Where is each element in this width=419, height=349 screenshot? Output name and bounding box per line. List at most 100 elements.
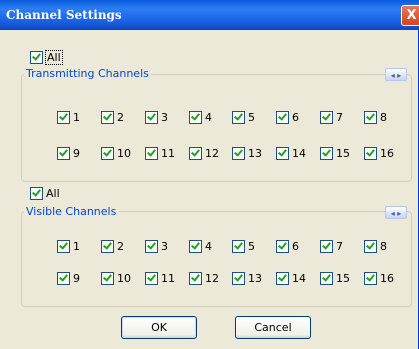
channel-label: 7 [336,111,343,124]
checkbox-checked-icon [232,272,245,285]
checkbox-checked-icon [57,147,70,160]
channel-label: 8 [380,111,387,124]
visible-channel-checkbox[interactable]: 13 [232,272,262,285]
dialog-title: Channel Settings [6,8,122,22]
channel-label: 9 [73,272,80,285]
transmitting-channel-checkbox[interactable]: 11 [145,147,175,160]
checkbox-checked-icon [189,111,202,124]
checkbox-checked-icon [232,240,245,253]
visible-all-label: All [46,187,60,200]
transmitting-channel-checkbox[interactable]: 16 [364,147,394,160]
channel-label: 8 [380,240,387,253]
checkbox-checked-icon [276,111,289,124]
channel-label: 10 [117,272,131,285]
checkbox-checked-icon [57,111,70,124]
transmitting-channel-checkbox[interactable]: 1 [57,111,80,124]
checkbox-checked-icon [364,111,377,124]
visible-channel-checkbox[interactable]: 10 [101,272,131,285]
checkbox-checked-icon [57,240,70,253]
visible-channel-checkbox[interactable]: 4 [189,240,212,253]
channel-label: 2 [117,240,124,253]
checkbox-checked-icon [364,272,377,285]
checkbox-checked-icon [276,240,289,253]
transmitting-channel-checkbox[interactable]: 7 [320,111,343,124]
visible-channel-checkbox[interactable]: 2 [101,240,124,253]
channel-label: 3 [161,111,168,124]
channel-label: 9 [73,147,80,160]
channel-label: 13 [248,272,262,285]
checkbox-checked-icon [145,272,158,285]
channel-label: 11 [161,272,175,285]
visible-channel-checkbox[interactable]: 12 [189,272,219,285]
channel-label: 10 [117,147,131,160]
checkbox-checked-icon [189,147,202,160]
checkbox-checked-icon [232,111,245,124]
checkbox-checked-icon [30,187,43,200]
checkbox-checked-icon [189,272,202,285]
channel-label: 14 [292,147,306,160]
channel-label: 4 [205,111,212,124]
visible-channel-checkbox[interactable]: 14 [276,272,306,285]
channel-label: 7 [336,240,343,253]
checkbox-checked-icon [320,111,333,124]
transmitting-all-checkbox[interactable]: All [30,50,63,65]
checkbox-checked-icon [276,272,289,285]
checkbox-checked-icon [145,111,158,124]
transmitting-channel-checkbox[interactable]: 9 [57,147,80,160]
channel-label: 6 [292,111,299,124]
checkbox-checked-icon [101,272,114,285]
transmitting-channel-checkbox[interactable]: 14 [276,147,306,160]
visible-channel-checkbox[interactable]: 3 [145,240,168,253]
checkbox-checked-icon [320,272,333,285]
visible-channel-checkbox[interactable]: 15 [320,272,350,285]
transmitting-channels-legend: Transmitting Channels [24,67,151,80]
channel-label: 2 [117,111,124,124]
transmitting-channels-group [21,74,412,182]
visible-channel-checkbox[interactable]: 1 [57,240,80,253]
transmitting-channel-checkbox[interactable]: 3 [145,111,168,124]
channel-settings-dialog: Channel Settings X All Transmitting Chan… [0,0,419,349]
checkbox-checked-icon [145,240,158,253]
transmitting-channel-checkbox[interactable]: 8 [364,111,387,124]
checkbox-checked-icon [364,147,377,160]
checkbox-checked-icon [57,272,70,285]
transmitting-channel-checkbox[interactable]: 12 [189,147,219,160]
transmitting-channel-checkbox[interactable]: 10 [101,147,131,160]
channel-label: 5 [248,240,255,253]
checkbox-checked-icon [101,147,114,160]
channel-label: 16 [380,147,394,160]
checkbox-checked-icon [320,147,333,160]
visible-channel-checkbox[interactable]: 7 [320,240,343,253]
cancel-button[interactable]: Cancel [235,316,311,339]
channel-label: 11 [161,147,175,160]
visible-scroll-arrows[interactable]: ◂ ▸ [385,206,407,219]
transmitting-channel-checkbox[interactable]: 15 [320,147,350,160]
channel-label: 6 [292,240,299,253]
title-bar: Channel Settings X [0,0,419,30]
visible-channel-checkbox[interactable]: 9 [57,272,80,285]
transmitting-channel-checkbox[interactable]: 13 [232,147,262,160]
channel-label: 1 [73,240,80,253]
channel-label: 5 [248,111,255,124]
visible-channel-checkbox[interactable]: 5 [232,240,255,253]
transmitting-channel-checkbox[interactable]: 5 [232,111,255,124]
visible-channel-checkbox[interactable]: 6 [276,240,299,253]
checkbox-checked-icon [101,111,114,124]
transmitting-scroll-arrows[interactable]: ◂ ▸ [385,68,407,81]
visible-channel-checkbox[interactable]: 11 [145,272,175,285]
checkbox-checked-icon [320,240,333,253]
visible-channel-checkbox[interactable]: 16 [364,272,394,285]
transmitting-channel-checkbox[interactable]: 4 [189,111,212,124]
checkbox-checked-icon [189,240,202,253]
channel-label: 14 [292,272,306,285]
visible-all-checkbox[interactable]: All [30,187,60,200]
channel-label: 12 [205,147,219,160]
ok-button[interactable]: OK [121,316,197,339]
checkbox-checked-icon [364,240,377,253]
transmitting-channel-checkbox[interactable]: 2 [101,111,124,124]
close-button[interactable]: X [401,5,419,26]
channel-label: 3 [161,240,168,253]
visible-channel-checkbox[interactable]: 8 [364,240,387,253]
checkbox-checked-icon [232,147,245,160]
transmitting-channel-checkbox[interactable]: 6 [276,111,299,124]
